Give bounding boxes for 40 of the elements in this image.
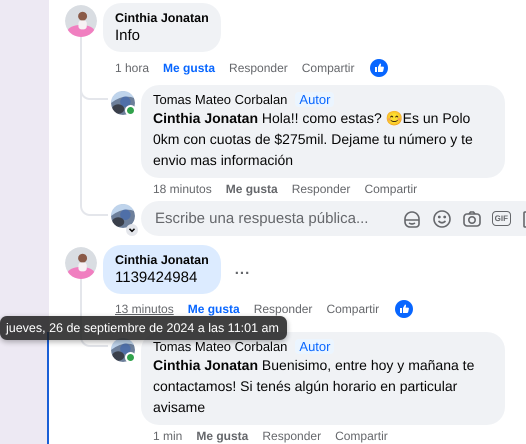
timestamp-link[interactable]: 18 minutos [153,182,212,196]
date-tooltip: jueves, 26 de septiembre de 2024 a las 11:01 am [0,316,287,340]
comment-text: Cinthia Jonatan Buenisimo, entre hoy y mañana te contactamos! Si tenés algún horario en particular avisame [153,356,476,417]
like-button[interactable]: Me gusta [188,302,240,316]
author-badge: Autor [295,92,334,107]
comment-text: Info [115,26,142,46]
share-button[interactable]: Compartir [364,182,418,196]
gif-button[interactable]: GIF [492,211,511,226]
share-button[interactable]: Compartir [302,61,354,75]
reply-button[interactable]: Responder [229,61,288,75]
avatar[interactable] [65,5,97,37]
author-name[interactable]: Cinthia Jonatan [115,10,209,24]
thread-connector [80,197,108,216]
author-name[interactable]: Tomas Mateo Corbalan [153,339,288,354]
chevron-down-icon[interactable] [126,224,138,236]
reply-button[interactable]: Responder [292,182,350,196]
author-badge: Autor [295,339,334,354]
comment-text: Cinthia Jonatan Hola!! como estas? 😊Es un Polo 0km con cuotas de $275mil. Dejame tu número y te envio mas información [153,109,474,170]
avatar[interactable] [111,204,135,228]
like-button[interactable]: Me gusta [163,61,216,75]
author-name[interactable]: Tomas Mateo Corbalan [153,92,288,107]
timestamp-link[interactable]: 13 minutos [115,302,174,316]
timestamp-link[interactable]: 1 min [153,429,182,443]
reply-input-field[interactable]: Escribe una respuesta pública... GIF [141,201,526,236]
more-options-button[interactable]: ... [234,261,250,278]
emoji-icon[interactable] [432,208,452,228]
reply-button[interactable]: Responder [262,429,322,443]
camera-icon[interactable] [462,208,482,228]
like-reaction-icon[interactable] [395,300,414,318]
share-button[interactable]: Compartir [326,302,380,316]
share-button[interactable]: Compartir [335,429,388,443]
reply-button[interactable]: Responder [254,302,312,316]
comment-text: 1139424984 [115,268,198,288]
like-reaction-icon[interactable] [370,59,388,77]
like-button[interactable]: Me gusta [226,182,278,196]
sticker-icon[interactable] [402,208,422,228]
avatar[interactable] [65,247,97,279]
timestamp-link[interactable]: 1 hora [115,61,150,75]
author-name[interactable]: Cinthia Jonatan [115,252,209,266]
like-button[interactable]: Me gusta [196,429,248,443]
